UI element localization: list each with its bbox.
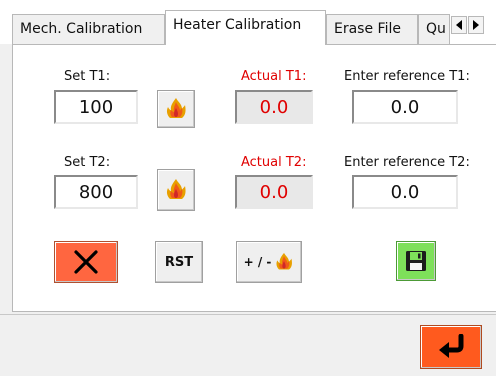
arrow-right-icon	[473, 20, 479, 30]
heat-t1-button[interactable]	[157, 90, 195, 128]
set-t2-input[interactable]: 800	[54, 175, 138, 209]
tab-mech-calibration[interactable]: Mech. Calibration	[12, 14, 165, 44]
close-icon	[74, 250, 98, 274]
tab-label: Heater Calibration	[173, 17, 302, 33]
tab-heater-calibration[interactable]: Heater Calibration	[165, 10, 326, 45]
back-button[interactable]	[420, 325, 482, 369]
tab-erase-file[interactable]: Erase File	[326, 14, 418, 44]
actual-t1-value: 0.0	[235, 90, 313, 124]
set-t1-label: Set T1:	[64, 69, 111, 84]
save-button[interactable]	[396, 241, 436, 281]
return-arrow-icon	[439, 334, 464, 358]
actual-t1-label: Actual T1:	[241, 69, 307, 84]
plus-minus-label: + / -	[243, 255, 272, 269]
flame-icon	[164, 97, 188, 121]
reset-button[interactable]: RST	[155, 241, 203, 283]
tab-label: Erase File	[334, 21, 401, 37]
actual-t2-label: Actual T2:	[241, 155, 307, 170]
reference-t1-label: Enter reference T1:	[344, 69, 470, 84]
plus-minus-heat-button[interactable]: + / -	[236, 241, 302, 283]
set-t2-label: Set T2:	[64, 155, 111, 170]
calibration-panel: Set T1: 100 Actual T1: 0.0 Enter referen…	[12, 44, 496, 312]
bottom-bar	[0, 314, 496, 376]
flame-icon	[164, 178, 188, 202]
arrow-left-icon	[456, 20, 462, 30]
heat-t2-button[interactable]	[157, 169, 195, 211]
tab-label: Qu	[426, 21, 446, 37]
heater-calibration-screen: Mech. Calibration Heater Calibration Era…	[0, 0, 496, 376]
tab-qu[interactable]: Qu	[418, 14, 450, 44]
tab-scroll-left-button[interactable]	[451, 16, 467, 34]
tab-label: Mech. Calibration	[20, 21, 143, 37]
tab-scroll-right-button[interactable]	[468, 16, 484, 34]
set-t1-input[interactable]: 100	[54, 90, 138, 124]
reset-button-label: RST	[164, 254, 194, 270]
cancel-button[interactable]	[54, 241, 118, 283]
reference-t2-input[interactable]: 0.0	[352, 175, 458, 209]
flame-icon	[274, 252, 294, 272]
floppy-disk-icon	[406, 251, 426, 271]
tab-strip: Mech. Calibration Heater Calibration Era…	[0, 0, 496, 45]
reference-t1-input[interactable]: 0.0	[352, 90, 458, 124]
reference-t2-label: Enter reference T2:	[344, 155, 470, 170]
actual-t2-value: 0.0	[235, 175, 313, 209]
